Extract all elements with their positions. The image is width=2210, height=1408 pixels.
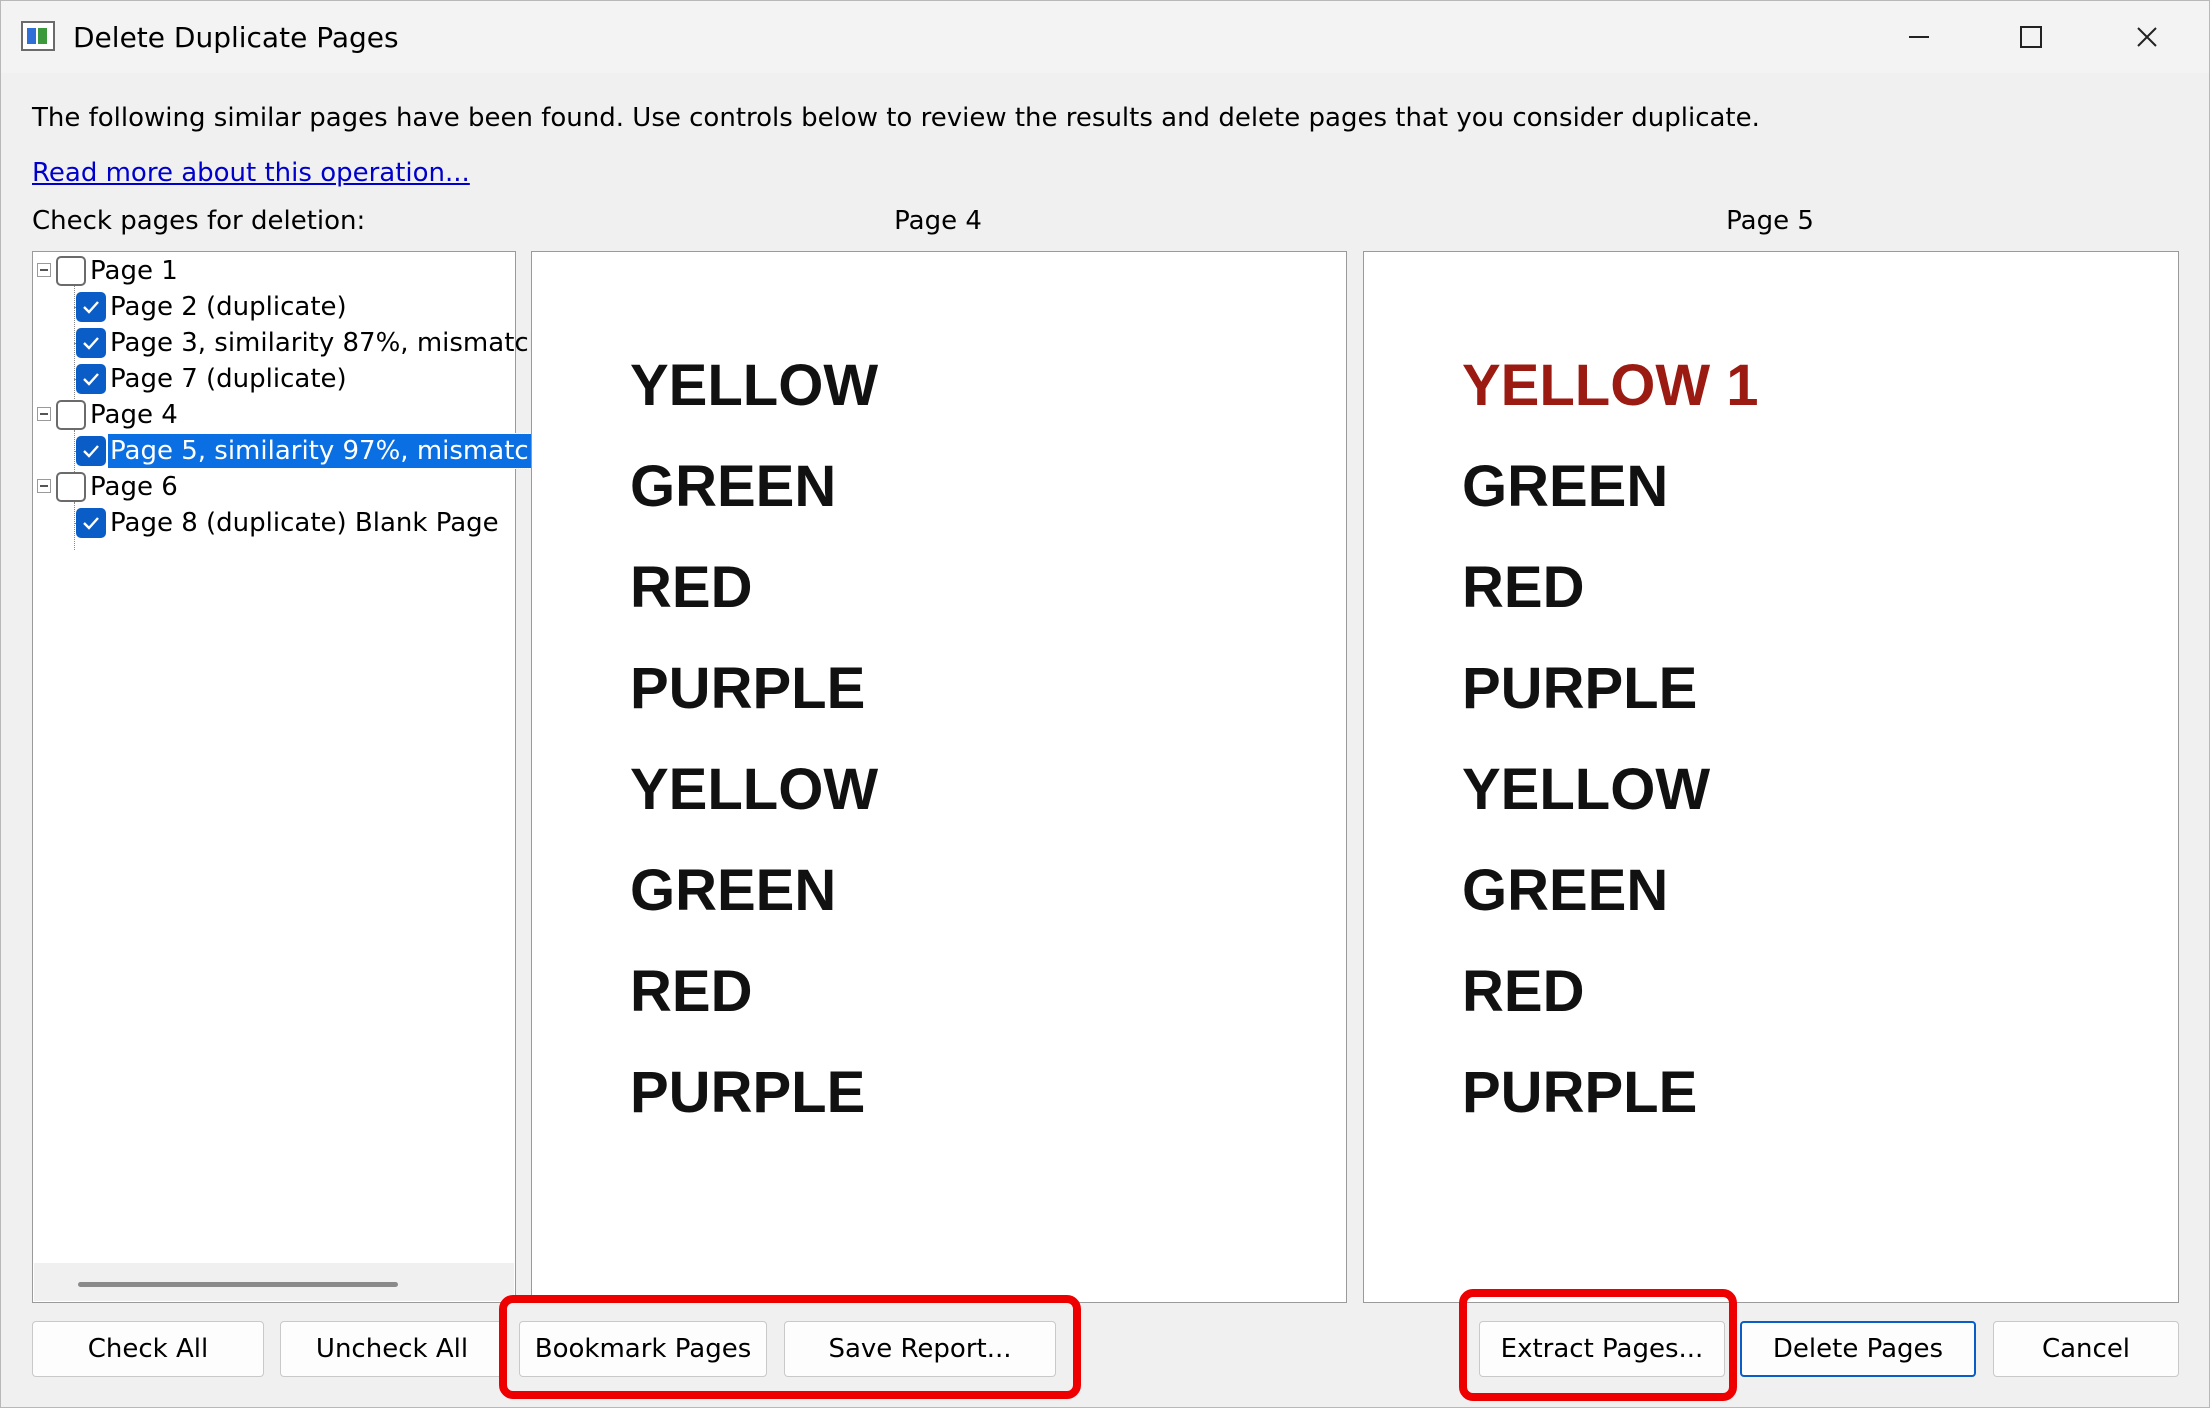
window-title: Delete Duplicate Pages — [73, 21, 399, 54]
collapse-icon[interactable] — [37, 479, 51, 493]
checkbox[interactable] — [76, 436, 106, 466]
right-page-title: Page 5 — [1726, 206, 1814, 236]
annotation-highlight-box — [499, 1295, 1081, 1399]
app-icon — [21, 21, 55, 51]
collapse-icon[interactable] — [37, 407, 51, 421]
checkbox[interactable] — [76, 508, 106, 538]
page-tree[interactable]: Page 1 Page 2 (duplicate) Page 3, simila… — [32, 251, 553, 1303]
checkbox[interactable] — [56, 472, 86, 502]
page-word: GREEN — [1462, 858, 1669, 923]
uncheck-all-button[interactable]: Uncheck All — [280, 1321, 504, 1377]
page-word: YELLOW — [630, 353, 879, 418]
tree-item-label: Page 7 (duplicate) — [110, 364, 347, 394]
tree-item-page-5[interactable]: Page 5, similarity 97%, mismatch — [33, 433, 553, 469]
checkbox[interactable] — [76, 328, 106, 358]
checkbox[interactable] — [56, 400, 86, 430]
page-word: PURPLE — [630, 1060, 866, 1125]
page-word: GREEN — [630, 858, 837, 923]
maximize-button[interactable] — [1983, 9, 2079, 65]
page-word: YELLOW — [1462, 757, 1711, 822]
app-icon-bar-green — [38, 28, 47, 44]
cancel-button[interactable]: Cancel — [1993, 1321, 2179, 1377]
checkbox[interactable] — [76, 364, 106, 394]
checkbox[interactable] — [76, 292, 106, 322]
maximize-icon — [2020, 26, 2042, 48]
tree-item-label: Page 1 — [90, 256, 178, 286]
page-word: PURPLE — [630, 656, 866, 721]
page-word: RED — [1462, 959, 1585, 1024]
app-icon-bar-blue — [27, 28, 36, 44]
left-page-preview: YELLOW GREEN RED PURPLE YELLOW GREEN RED… — [531, 251, 1347, 1303]
checkmark-icon — [83, 301, 99, 314]
tree-item-label: Page 2 (duplicate) — [110, 292, 347, 322]
intro-text: The following similar pages have been fo… — [32, 103, 1760, 133]
title-bar: Delete Duplicate Pages — [1, 1, 2209, 73]
tree-item-label: Page 8 (duplicate) Blank Page — [110, 508, 499, 538]
horizontal-scrollbar[interactable] — [34, 1263, 514, 1301]
checkmark-icon — [83, 445, 99, 458]
tree-item-label: Page 5, similarity 97%, mismatch — [106, 433, 553, 469]
tree-item-label: Page 6 — [90, 472, 178, 502]
checkmark-icon — [83, 373, 99, 386]
tree-item-label: Page 4 — [90, 400, 178, 430]
scrollbar-thumb[interactable] — [78, 1282, 398, 1287]
minimize-icon — [1909, 36, 1929, 38]
checkmark-icon — [83, 337, 99, 350]
checkbox[interactable] — [56, 256, 86, 286]
page-word: GREEN — [630, 454, 837, 519]
page-word: PURPLE — [1462, 656, 1698, 721]
close-icon — [2137, 27, 2157, 47]
left-page-title: Page 4 — [894, 206, 982, 236]
tree-item-page-4[interactable]: Page 4 — [33, 398, 513, 432]
tree-item-page-7[interactable]: Page 7 (duplicate) — [33, 362, 513, 396]
dialog-window: Delete Duplicate Pages The following sim… — [0, 0, 2210, 1408]
annotation-highlight-box — [1459, 1289, 1737, 1401]
tree-item-label: Page 3, similarity 87%, mismatch — [110, 328, 546, 358]
check-all-button[interactable]: Check All — [32, 1321, 264, 1377]
page-word: PURPLE — [1462, 1060, 1698, 1125]
page-word-changed: YELLOW 1 — [1462, 353, 1759, 418]
tree-item-page-3[interactable]: Page 3, similarity 87%, mismatch — [33, 326, 545, 360]
check-pages-label: Check pages for deletion: — [32, 206, 366, 236]
right-page-preview: YELLOW 1 GREEN RED PURPLE YELLOW GREEN R… — [1363, 251, 2179, 1303]
minimize-button[interactable] — [1871, 9, 1967, 65]
page-word: RED — [630, 959, 753, 1024]
tree-item-page-8[interactable]: Page 8 (duplicate) Blank Page — [33, 506, 513, 540]
delete-pages-button[interactable]: Delete Pages — [1740, 1321, 1976, 1377]
page-word: GREEN — [1462, 454, 1669, 519]
tree-item-page-6[interactable]: Page 6 — [33, 470, 513, 504]
page-word: RED — [1462, 555, 1585, 620]
tree-item-page-2[interactable]: Page 2 (duplicate) — [33, 290, 513, 324]
close-button[interactable] — [2099, 9, 2195, 65]
tree-item-page-1[interactable]: Page 1 — [33, 254, 513, 288]
page-word: RED — [630, 555, 753, 620]
read-more-link[interactable]: Read more about this operation... — [32, 158, 470, 188]
page-word: YELLOW — [630, 757, 879, 822]
collapse-icon[interactable] — [37, 263, 51, 277]
checkmark-icon — [83, 517, 99, 530]
